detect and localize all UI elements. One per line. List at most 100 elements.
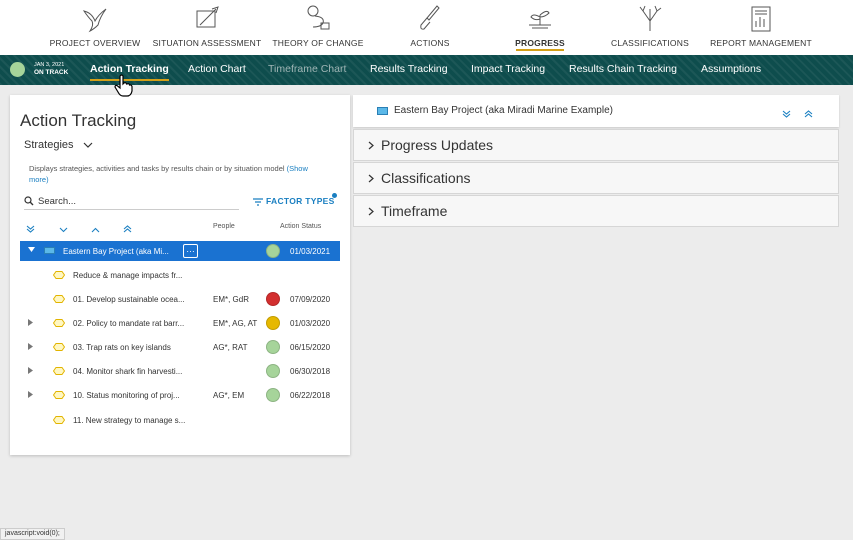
flow-icon — [307, 5, 330, 30]
caret-right-icon[interactable] — [28, 343, 33, 350]
table-row[interactable]: 10. Status monitoring of proj... AG*, EM… — [20, 385, 340, 405]
browser-status-bar: javascript:void(0); — [0, 528, 65, 540]
strategy-hexagon-icon — [53, 391, 65, 399]
chevron-down-icon — [83, 142, 93, 148]
branch-icon — [639, 5, 662, 31]
factor-types-button[interactable]: FACTOR TYPES — [253, 196, 335, 206]
row-date: 01/03/2021 — [290, 247, 331, 256]
collapse-all-sections-icon[interactable] — [804, 105, 813, 123]
table-row[interactable]: Eastern Bay Project (aka Mi... … 01/03/2… — [20, 241, 340, 261]
row-name: 03. Trap rats on key islands — [73, 343, 171, 352]
status-text: ON TRACK — [34, 69, 69, 76]
project-status-dot — [10, 62, 25, 77]
row-name: 02. Policy to mandate rat barr... — [73, 319, 185, 328]
column-header-action-status: Action Status — [280, 223, 322, 230]
table-row[interactable]: 03. Trap rats on key islands AG*, RAT 06… — [20, 337, 340, 357]
row-name: 04. Monitor shark fin harvesti... — [73, 367, 183, 376]
top-navigation: PROJECT OVERVIEW SITUATION ASSESSMENT TH… — [0, 0, 853, 55]
caret-right-icon[interactable] — [28, 391, 33, 398]
filter-icon — [253, 198, 263, 206]
search-box — [24, 194, 239, 210]
caret-down-icon[interactable] — [28, 247, 35, 253]
row-name: 01. Develop sustainable ocea... — [73, 295, 185, 304]
row-people: AG*, RAT — [213, 343, 248, 352]
strategy-hexagon-icon — [53, 367, 65, 375]
map-pencil-icon — [196, 6, 219, 28]
expand-one-icon[interactable] — [59, 220, 68, 238]
nav-progress[interactable]: PROGRESS — [495, 0, 585, 55]
status-dot — [266, 364, 280, 378]
tab-results-tracking[interactable]: Results Tracking — [370, 63, 448, 75]
section-classifications[interactable]: Classifications — [353, 162, 839, 194]
section-progress-updates[interactable]: Progress Updates — [353, 129, 839, 161]
section-timeframe[interactable]: Timeframe — [353, 195, 839, 227]
row-date: 06/22/2018 — [290, 391, 331, 400]
nav-situation-assessment[interactable]: SITUATION ASSESSMENT — [152, 0, 262, 55]
sprout-icon — [529, 10, 551, 29]
chevron-right-icon — [368, 141, 374, 150]
collapse-all-icon[interactable] — [123, 220, 132, 238]
status-dot — [266, 292, 280, 306]
nav-report-management[interactable]: REPORT MANAGEMENT — [705, 0, 817, 55]
report-icon — [751, 6, 771, 32]
search-input[interactable] — [38, 194, 228, 208]
strategies-dropdown[interactable]: Strategies — [24, 139, 93, 151]
caret-right-icon[interactable] — [28, 367, 33, 374]
table-row[interactable]: 04. Monitor shark fin harvesti... 06/30/… — [20, 361, 340, 381]
caret-right-icon[interactable] — [28, 319, 33, 326]
row-menu-button[interactable]: … — [183, 244, 198, 258]
details-title: Eastern Bay Project (aka Miradi Marine E… — [394, 105, 613, 116]
table-row[interactable]: 01. Develop sustainable ocea... EM*, GdR… — [20, 289, 340, 309]
bird-icon — [82, 8, 107, 33]
table-row[interactable]: 02. Policy to mandate rat barr... EM*, A… — [20, 313, 340, 333]
row-name: Eastern Bay Project (aka Mi... — [63, 247, 169, 256]
chevron-right-icon — [368, 174, 374, 183]
nav-label: PROGRESS — [515, 38, 565, 48]
tab-impact-tracking[interactable]: Impact Tracking — [471, 63, 545, 75]
hand-pointer-icon — [114, 74, 133, 97]
description-text: Displays strategies, activities and task… — [29, 164, 285, 173]
search-icon — [24, 196, 34, 206]
table-row[interactable]: Reduce & manage impacts fr... — [20, 265, 340, 285]
action-tracking-panel: Action Tracking Strategies Displays stra… — [10, 95, 350, 455]
tab-timeframe-chart[interactable]: Timeframe Chart — [268, 63, 346, 75]
tab-results-chain-tracking[interactable]: Results Chain Tracking — [569, 63, 677, 75]
active-underline — [516, 49, 564, 51]
status-dot — [266, 388, 280, 402]
filter-indicator-dot — [332, 193, 337, 198]
nav-classifications[interactable]: CLASSIFICATIONS — [600, 0, 700, 55]
row-name: 11. New strategy to manage s... — [73, 416, 186, 425]
row-date: 01/03/2020 — [290, 319, 331, 328]
project-target-icon — [377, 107, 388, 115]
expand-all-icon[interactable] — [26, 220, 35, 238]
collapse-one-icon[interactable] — [91, 220, 100, 238]
table-row[interactable]: 11. New strategy to manage s... — [20, 410, 340, 430]
strategy-hexagon-icon — [53, 319, 65, 327]
tab-action-chart[interactable]: Action Chart — [188, 63, 246, 75]
section-label: Progress Updates — [381, 137, 494, 153]
nav-label: ACTIONS — [410, 38, 450, 48]
strategy-hexagon-icon — [53, 416, 65, 424]
nav-label: PROJECT OVERVIEW — [49, 38, 141, 48]
shovel-icon — [420, 5, 440, 30]
column-header-people: People — [213, 223, 235, 230]
nav-project-overview[interactable]: PROJECT OVERVIEW — [45, 0, 145, 55]
section-label: Classifications — [381, 170, 471, 186]
status-dot — [266, 340, 280, 354]
nav-theory-of-change[interactable]: THEORY OF CHANGE — [268, 0, 368, 55]
strategy-hexagon-icon — [53, 295, 65, 303]
tab-assumptions[interactable]: Assumptions — [701, 63, 761, 75]
nav-label: CLASSIFICATIONS — [611, 38, 689, 48]
row-name: Reduce & manage impacts fr... — [73, 271, 183, 280]
project-target-icon — [44, 247, 55, 254]
nav-label: SITUATION ASSESSMENT — [152, 38, 262, 48]
nav-actions[interactable]: ACTIONS — [385, 0, 475, 55]
strategy-hexagon-icon — [53, 343, 65, 351]
panel-description: Displays strategies, activities and task… — [29, 163, 329, 185]
details-header: Eastern Bay Project (aka Miradi Marine E… — [353, 95, 839, 127]
nav-label: THEORY OF CHANGE — [272, 38, 364, 48]
strategy-hexagon-icon — [53, 271, 65, 279]
page-title: Action Tracking — [20, 111, 137, 130]
row-date: 06/30/2018 — [290, 367, 331, 376]
expand-all-sections-icon[interactable] — [782, 105, 791, 123]
